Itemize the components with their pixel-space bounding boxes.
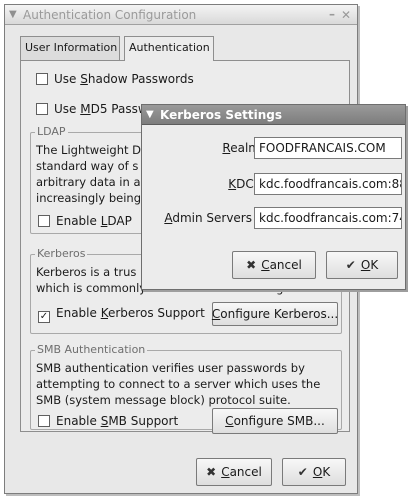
desc-line: arbitrary data in a xyxy=(36,175,141,189)
button-label: ancel xyxy=(229,465,262,479)
button-label: ancel xyxy=(269,258,302,272)
label-text: DAP xyxy=(107,214,132,228)
mnemonic: C xyxy=(211,307,221,321)
minimize-icon[interactable]: – xyxy=(329,4,335,24)
label-text: D5 Passw xyxy=(90,102,148,116)
close-icon[interactable]: ✕ xyxy=(341,5,351,25)
admin-servers-input[interactable]: kdc.foodfrancais.com:749 xyxy=(254,207,402,229)
kerberos-group-title: Kerberos xyxy=(35,247,88,260)
enable-ldap-checkbox[interactable] xyxy=(38,215,50,227)
kdcs-label: KDCs xyxy=(160,177,260,191)
cancel-icon: ✖ xyxy=(206,465,217,479)
desc-line: increasingly being xyxy=(36,191,141,205)
cancel-icon: ✖ xyxy=(246,258,257,272)
button-label: K xyxy=(370,258,379,272)
dialog-title: Kerberos Settings xyxy=(160,108,282,122)
label-text: Use xyxy=(54,72,81,86)
tab-user-information[interactable]: User Information xyxy=(20,36,120,60)
mnemonic: M xyxy=(80,102,91,116)
label-text: Enable xyxy=(56,214,101,228)
realm-label: Realm xyxy=(160,141,260,155)
enable-ldap-option[interactable]: Enable LDAP xyxy=(38,214,132,228)
label-text: Use xyxy=(54,102,81,116)
label-text: erberos Support xyxy=(107,306,205,320)
md5-passwords-option[interactable]: Use MD5 Passw xyxy=(36,102,148,116)
enable-kerberos-checkbox[interactable]: ✓ xyxy=(38,311,50,323)
label-text: Enable xyxy=(56,306,101,320)
button-label: K xyxy=(322,465,331,479)
dialog-ok-button[interactable]: ✔ O K xyxy=(326,251,398,279)
button-label: onfigure SMB... xyxy=(233,414,325,428)
enable-smb-checkbox[interactable] xyxy=(38,415,50,427)
button-label: onfigure Kerberos... xyxy=(220,307,339,321)
mnemonic: C xyxy=(221,465,230,479)
ldap-group-title: LDAP xyxy=(35,125,68,138)
cancel-button[interactable]: ✖ Cancel xyxy=(196,458,272,486)
label-text: MB Support xyxy=(108,414,179,428)
kdcs-input[interactable]: kdc.foodfrancais.com:88 xyxy=(254,173,402,195)
mnemonic: C xyxy=(225,414,234,428)
tab-authentication[interactable]: Authentication xyxy=(124,36,214,61)
admin-servers-label: Admin Servers xyxy=(148,211,252,225)
mnemonic: O xyxy=(360,258,371,272)
ok-icon: ✔ xyxy=(345,258,356,272)
enable-smb-option[interactable]: Enable SMB Support xyxy=(38,414,178,428)
window-titlebar[interactable]: ▼ Authentication Configuration – ✕ xyxy=(5,5,357,25)
label-text: hadow Passwords xyxy=(87,72,194,86)
mnemonic: O xyxy=(312,465,323,479)
tab-label: Authentication xyxy=(129,41,210,54)
desc-line: standard way of s xyxy=(36,159,139,173)
desc-line: attempting to connect to a server which … xyxy=(36,377,321,391)
shadow-passwords-checkbox[interactable] xyxy=(36,73,48,85)
ok-button[interactable]: ✔ O K xyxy=(282,458,346,486)
mnemonic: C xyxy=(261,258,270,272)
mnemonic: S xyxy=(80,72,88,86)
md5-passwords-checkbox[interactable] xyxy=(36,103,48,115)
configure-kerberos-button[interactable]: Configure Kerberos... xyxy=(212,302,338,326)
kerberos-settings-dialog: ▼ Kerberos Settings Realm FOODFRANCAIS.C… xyxy=(141,104,406,290)
enable-kerberos-option[interactable]: ✓ Enable Kerberos Support xyxy=(38,306,205,323)
chevron-down-icon[interactable]: ▼ xyxy=(9,5,17,25)
desc-line: SMB authentication verifies user passwor… xyxy=(36,361,305,375)
ldap-description: The Lightweight D standard way of s arbi… xyxy=(36,142,141,206)
shadow-passwords-option[interactable]: Use Shadow Passwords xyxy=(36,72,194,86)
realm-input[interactable]: FOODFRANCAIS.COM xyxy=(254,137,402,159)
mnemonic: K xyxy=(228,177,237,191)
window-title: Authentication Configuration xyxy=(23,8,197,22)
mnemonic: K xyxy=(100,306,108,320)
smb-description: SMB authentication verifies user passwor… xyxy=(36,360,320,408)
desc-line: SMB (system message block) protocol suit… xyxy=(36,393,291,407)
smb-group-title: SMB Authentication xyxy=(35,343,148,356)
ok-icon: ✔ xyxy=(297,465,308,479)
dialog-cancel-button[interactable]: ✖ Cancel xyxy=(232,251,316,279)
tab-label: User Information xyxy=(25,41,118,54)
dialog-titlebar[interactable]: ▼ Kerberos Settings xyxy=(142,105,405,125)
label-text: Enable xyxy=(56,414,101,428)
label-text: dmin Servers xyxy=(172,211,252,225)
desc-line: The Lightweight D xyxy=(36,143,142,157)
configure-smb-button[interactable]: Configure SMB... xyxy=(212,408,338,434)
chevron-down-icon[interactable]: ▼ xyxy=(146,105,154,125)
